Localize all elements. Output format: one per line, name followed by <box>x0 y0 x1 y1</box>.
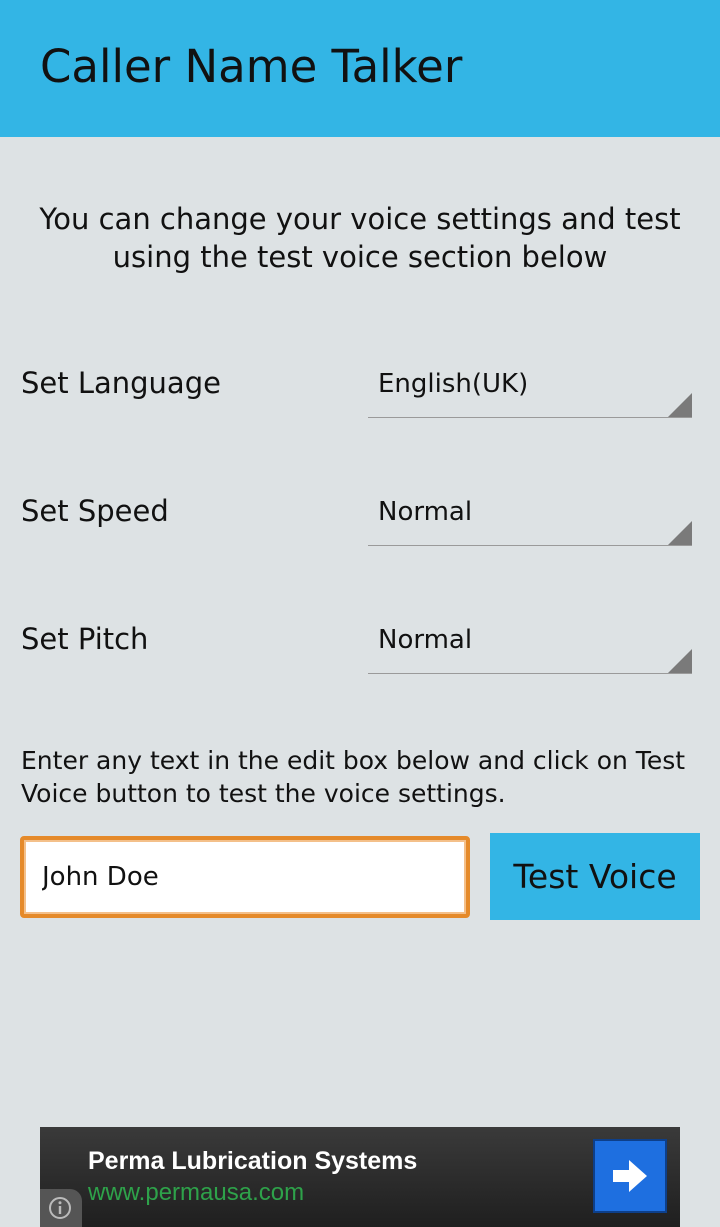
dropdown-corner-icon <box>668 649 692 673</box>
ad-info-button[interactable] <box>40 1189 82 1227</box>
dropdown-corner-icon <box>668 393 692 417</box>
speed-spinner[interactable]: Normal <box>368 495 692 546</box>
pitch-spinner[interactable]: Normal <box>368 623 692 674</box>
intro-text: You can change your voice settings and t… <box>39 202 681 274</box>
arrow-right-icon <box>613 1160 647 1192</box>
test-voice-button[interactable]: Test Voice <box>490 833 700 920</box>
pitch-label: Set Pitch <box>21 622 149 656</box>
speed-label: Set Speed <box>21 494 169 528</box>
app-bar: Caller Name Talker <box>0 0 720 137</box>
speed-value: Normal <box>378 497 473 527</box>
test-text-input[interactable] <box>20 836 470 918</box>
ad-url[interactable]: www.permausa.com <box>88 1179 304 1207</box>
language-spinner[interactable]: English(UK) <box>368 367 692 418</box>
ad-go-button[interactable] <box>593 1139 667 1213</box>
info-icon <box>49 1197 71 1219</box>
pitch-value: Normal <box>378 625 473 655</box>
ad-title[interactable]: Perma Lubrication Systems <box>88 1147 417 1176</box>
dropdown-corner-icon <box>668 521 692 545</box>
hint-text: Enter any text in the edit box below and… <box>21 746 686 808</box>
language-value: English(UK) <box>378 369 529 399</box>
app-title: Caller Name Talker <box>40 40 463 93</box>
language-label: Set Language <box>21 366 221 400</box>
ad-banner[interactable]: Perma Lubrication Systems www.permausa.c… <box>40 1127 680 1227</box>
